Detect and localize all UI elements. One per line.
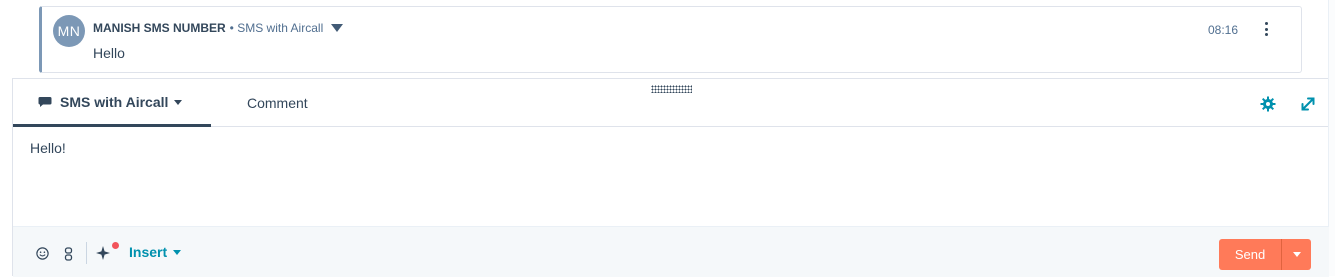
message-channel: • SMS with Aircall [229, 21, 324, 35]
composer: SMS with Aircall Comment Hello! Insert S… [12, 78, 1329, 277]
message-editor[interactable]: Hello! [13, 128, 1328, 226]
send-button-group: Send [1219, 239, 1311, 270]
expand-icon[interactable] [1300, 96, 1316, 112]
chevron-down-icon[interactable] [331, 24, 344, 32]
ai-sparkle-icon[interactable] [96, 245, 112, 261]
emoji-icon[interactable] [36, 247, 49, 260]
insert-button[interactable]: Insert [129, 244, 182, 260]
tab-comment[interactable]: Comment [211, 79, 308, 127]
message-body: Hello [93, 45, 125, 61]
chevron-down-icon [174, 100, 183, 105]
right-panel-edge [1328, 0, 1335, 276]
snippet-icon[interactable] [64, 247, 73, 261]
avatar: MN [53, 15, 85, 47]
resize-handle[interactable] [651, 85, 692, 93]
composer-toolbar: Insert Send [13, 226, 1329, 277]
insert-label: Insert [129, 244, 168, 260]
composer-tabs: SMS with Aircall Comment [13, 79, 1328, 127]
notification-dot [112, 242, 119, 249]
message-header: MANISH SMS NUMBER • SMS with Aircall [93, 21, 344, 35]
tab-label: Comment [247, 95, 308, 111]
conversation-thread: MN MANISH SMS NUMBER • SMS with Aircall … [0, 0, 1335, 78]
gear-icon[interactable] [1260, 96, 1276, 112]
send-button[interactable]: Send [1219, 239, 1282, 270]
message-time: 08:16 [1207, 23, 1238, 37]
chevron-down-icon [173, 249, 182, 255]
tab-sms-with-aircall[interactable]: SMS with Aircall [13, 79, 211, 127]
tab-label: SMS with Aircall [60, 93, 169, 110]
chevron-down-icon [1292, 252, 1301, 257]
sender-name: MANISH SMS NUMBER [93, 21, 226, 35]
send-options-button[interactable] [1282, 239, 1311, 270]
message-card: MN MANISH SMS NUMBER • SMS with Aircall … [39, 6, 1302, 73]
chat-icon [38, 96, 52, 107]
toolbar-divider [86, 242, 87, 264]
more-vertical-icon[interactable] [1259, 21, 1273, 37]
